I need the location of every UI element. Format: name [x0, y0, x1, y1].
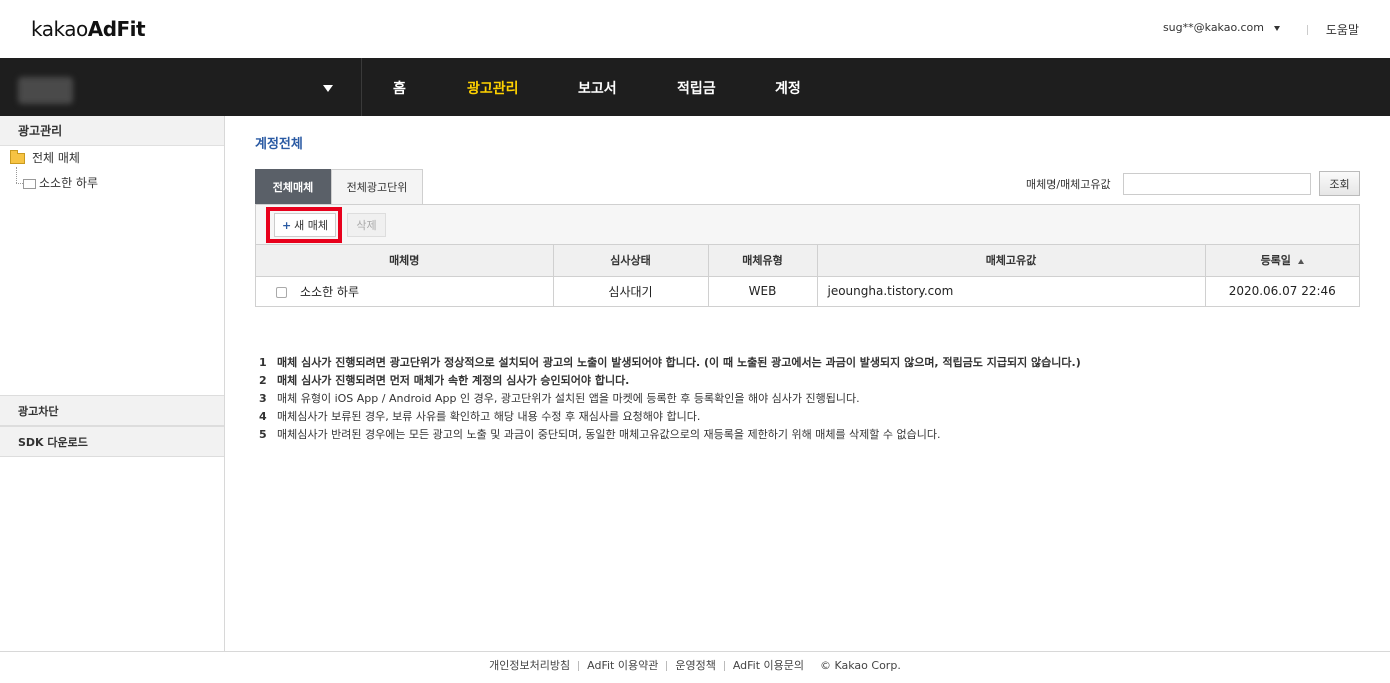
main-content: 계정전체 전체매체 전체광고단위 매체명/매체고유값 조회 + 새 매체 삭제 매… [226, 116, 1390, 651]
notice-item: 5 매체심사가 반려된 경우에는 모든 광고의 노출 및 과금이 중단되며, 동일… [259, 426, 1359, 444]
notice-number: 3 [259, 392, 267, 405]
nav-home[interactable]: 홈 [393, 78, 406, 98]
delete-button[interactable]: 삭제 [347, 213, 386, 237]
notice-text: 매체 유형이 iOS App / Android App 인 경우, 광고단위가… [277, 392, 860, 405]
nav-account[interactable]: 계정 [775, 78, 801, 98]
media-name-link[interactable]: 소소한 하루 [300, 285, 359, 299]
main-nav: 홈 광고관리 보고서 적립금 계정 [0, 58, 1390, 116]
notice-number: 4 [259, 410, 267, 423]
nav-ad-management[interactable]: 광고관리 [467, 78, 519, 98]
top-header: kakaoAdFit sug**@kakao.com 도움말 [0, 0, 1390, 58]
tree-root-label: 전체 매체 [32, 151, 80, 165]
nav-report[interactable]: 보고서 [578, 78, 617, 98]
media-table-panel: + 새 매체 삭제 매체명 심사상태 매체유형 매체고유값 등록일 소소한 하루 … [255, 204, 1360, 307]
media-table: 매체명 심사상태 매체유형 매체고유값 등록일 소소한 하루 심사대기 WEB … [256, 245, 1359, 306]
divider [578, 661, 580, 671]
nav-revenue[interactable]: 적립금 [677, 78, 716, 98]
col-header-name: 매체명 [256, 245, 554, 277]
blurred-media-name [18, 77, 73, 104]
help-link[interactable]: 도움말 [1326, 21, 1359, 38]
cell-status: 심사대기 [553, 276, 709, 306]
cell-type: WEB [708, 276, 818, 306]
sort-asc-icon [1297, 258, 1304, 264]
notice-item: 4 매체심사가 보류된 경우, 보류 사유를 확인하고 해당 내용 수정 후 재심… [259, 408, 1359, 426]
cell-date: 2020.06.07 22:46 [1228, 284, 1336, 299]
sidebar-item-ad-block[interactable]: 광고차단 [0, 395, 224, 426]
logo-text-light: kakao [31, 17, 88, 41]
account-email: sug**@kakao.com [1162, 21, 1264, 34]
notice-number: 1 [259, 356, 267, 369]
folder-open-icon [10, 150, 25, 164]
row-checkbox[interactable] [276, 286, 287, 298]
divider [666, 661, 668, 671]
notice-text: 매체 심사가 진행되려면 먼저 매체가 속한 계정의 심사가 승인되어야 합니다… [277, 374, 630, 387]
divider [1307, 25, 1308, 35]
table-toolbar: + 새 매체 삭제 [256, 205, 1359, 245]
sidebar: 광고관리 전체 매체 소소한 하루 광고차단 SDK 다운로드 [0, 116, 225, 651]
notice-item: 1 매체 심사가 진행되려면 광고단위가 정상적으로 설치되어 광고의 노출이 발… [259, 354, 1359, 372]
folder-icon [23, 178, 36, 189]
tab-all-media[interactable]: 전체매체 [255, 169, 331, 204]
col-header-date[interactable]: 등록일 [1205, 245, 1359, 277]
footer-link-terms[interactable]: AdFit 이용약관 [587, 659, 658, 672]
col-header-key: 매체고유값 [817, 245, 1206, 277]
notice-item: 3 매체 유형이 iOS App / Android App 인 경우, 광고단위… [259, 390, 1359, 408]
plus-icon: + [281, 219, 292, 232]
notice-item: 2 매체 심사가 진행되려면 먼저 매체가 속한 계정의 심사가 승인되어야 합니… [259, 372, 1359, 390]
notice-number: 5 [259, 428, 267, 441]
footer-link-policy[interactable]: 운영정책 [675, 659, 715, 672]
col-header-type: 매체유형 [708, 245, 818, 277]
search-button[interactable]: 조회 [1319, 171, 1360, 196]
search-label: 매체명/매체고유값 [1026, 178, 1111, 191]
logo-text-bold: AdFit [87, 17, 146, 41]
new-media-label: 새 매체 [294, 219, 329, 232]
col-header-date-label: 등록일 [1260, 254, 1291, 268]
notice-text: 매체 심사가 진행되려면 광고단위가 정상적으로 설치되어 광고의 노출이 발생… [277, 356, 1081, 369]
tree-connector [16, 183, 23, 184]
caret-down-icon [323, 85, 333, 92]
cell-name: 소소한 하루 [256, 276, 554, 306]
col-header-status: 심사상태 [553, 245, 709, 277]
caret-down-icon [1274, 25, 1280, 31]
notice-number: 2 [259, 374, 267, 387]
tab-all-ad-units[interactable]: 전체광고단위 [331, 169, 423, 204]
tree-connector [16, 167, 17, 183]
notice-text: 매체심사가 보류된 경우, 보류 사유를 확인하고 해당 내용 수정 후 재심사… [277, 410, 701, 423]
table-row: 소소한 하루 심사대기 WEB jeoungha.tistory.com 202… [256, 276, 1359, 306]
copyright: © Kakao Corp. [820, 659, 901, 672]
kakao-adfit-logo[interactable]: kakaoAdFit [31, 17, 146, 41]
footer: 개인정보처리방침 AdFit 이용약관 운영정책 AdFit 이용문의 © Kakao … [0, 651, 1390, 683]
page-title: 계정전체 [255, 137, 303, 152]
search-input[interactable] [1123, 173, 1311, 195]
footer-link-privacy[interactable]: 개인정보처리방침 [489, 659, 570, 672]
divider [723, 661, 725, 671]
cell-key: jeoungha.tistory.com [817, 276, 1206, 306]
tree-item-all-media[interactable]: 전체 매체 [10, 150, 80, 166]
table-header-row: 매체명 심사상태 매체유형 매체고유값 등록일 [256, 245, 1359, 277]
sidebar-item-sdk-download[interactable]: SDK 다운로드 [0, 426, 224, 457]
tree-item-media[interactable]: 소소한 하루 [23, 175, 98, 191]
footer-link-inquiry[interactable]: AdFit 이용문의 [733, 659, 804, 672]
sidebar-title[interactable]: 광고관리 [0, 116, 224, 146]
tree-child-label: 소소한 하루 [39, 176, 99, 190]
notice-list: 1 매체 심사가 진행되려면 광고단위가 정상적으로 설치되어 광고의 노출이 발… [259, 354, 1359, 444]
new-media-button[interactable]: + 새 매체 [274, 213, 336, 237]
account-menu[interactable]: sug**@kakao.com [1163, 21, 1280, 34]
media-selector[interactable] [0, 58, 362, 116]
notice-text: 매체심사가 반려된 경우에는 모든 광고의 노출 및 과금이 중단되며, 동일한… [277, 428, 941, 441]
